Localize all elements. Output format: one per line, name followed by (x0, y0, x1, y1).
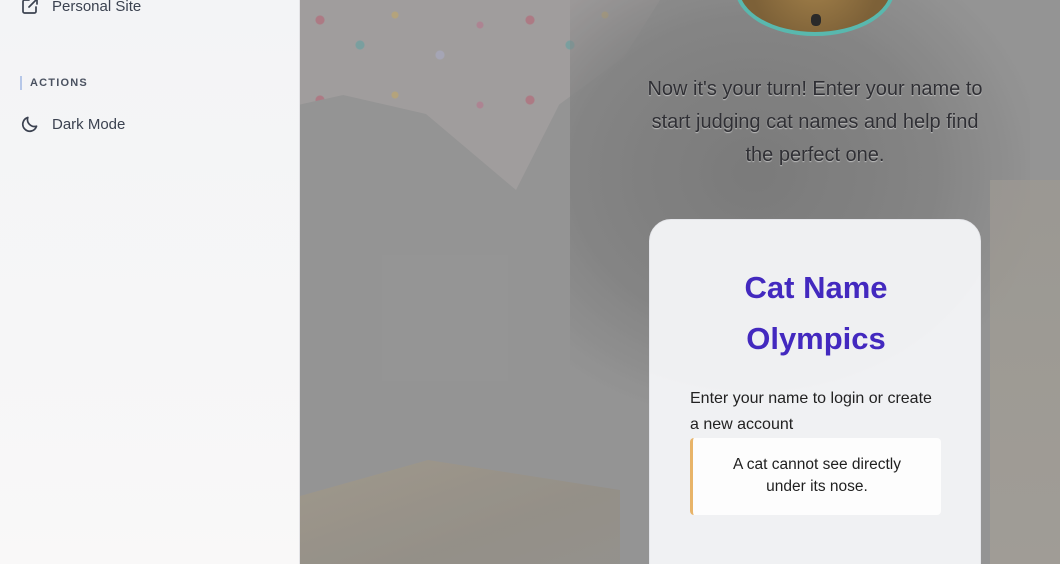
login-card: Cat Name Olympics Enter your name to log… (649, 219, 981, 564)
sidebar: Personal Site ACTIONS Dark Mode (0, 0, 300, 564)
sidebar-item-label: Personal Site (52, 0, 142, 15)
cat-fact: A cat cannot see directly under its nose… (690, 438, 941, 515)
sidebar-item-personal-site[interactable]: Personal Site (20, 0, 141, 16)
login-instructions: Enter your name to login or create a new… (690, 390, 932, 433)
main-area: Now it's your turn! Enter your name to s… (300, 0, 1060, 564)
sidebar-item-label: Dark Mode (52, 115, 126, 133)
moon-icon (20, 114, 40, 134)
actions-section-heading: ACTIONS (20, 76, 88, 90)
external-link-icon (20, 0, 40, 16)
intro-text: Now it's your turn! Enter your name to s… (647, 78, 983, 166)
card-title: Cat Name Olympics (744, 270, 888, 356)
sidebar-item-dark-mode[interactable]: Dark Mode (20, 114, 125, 134)
